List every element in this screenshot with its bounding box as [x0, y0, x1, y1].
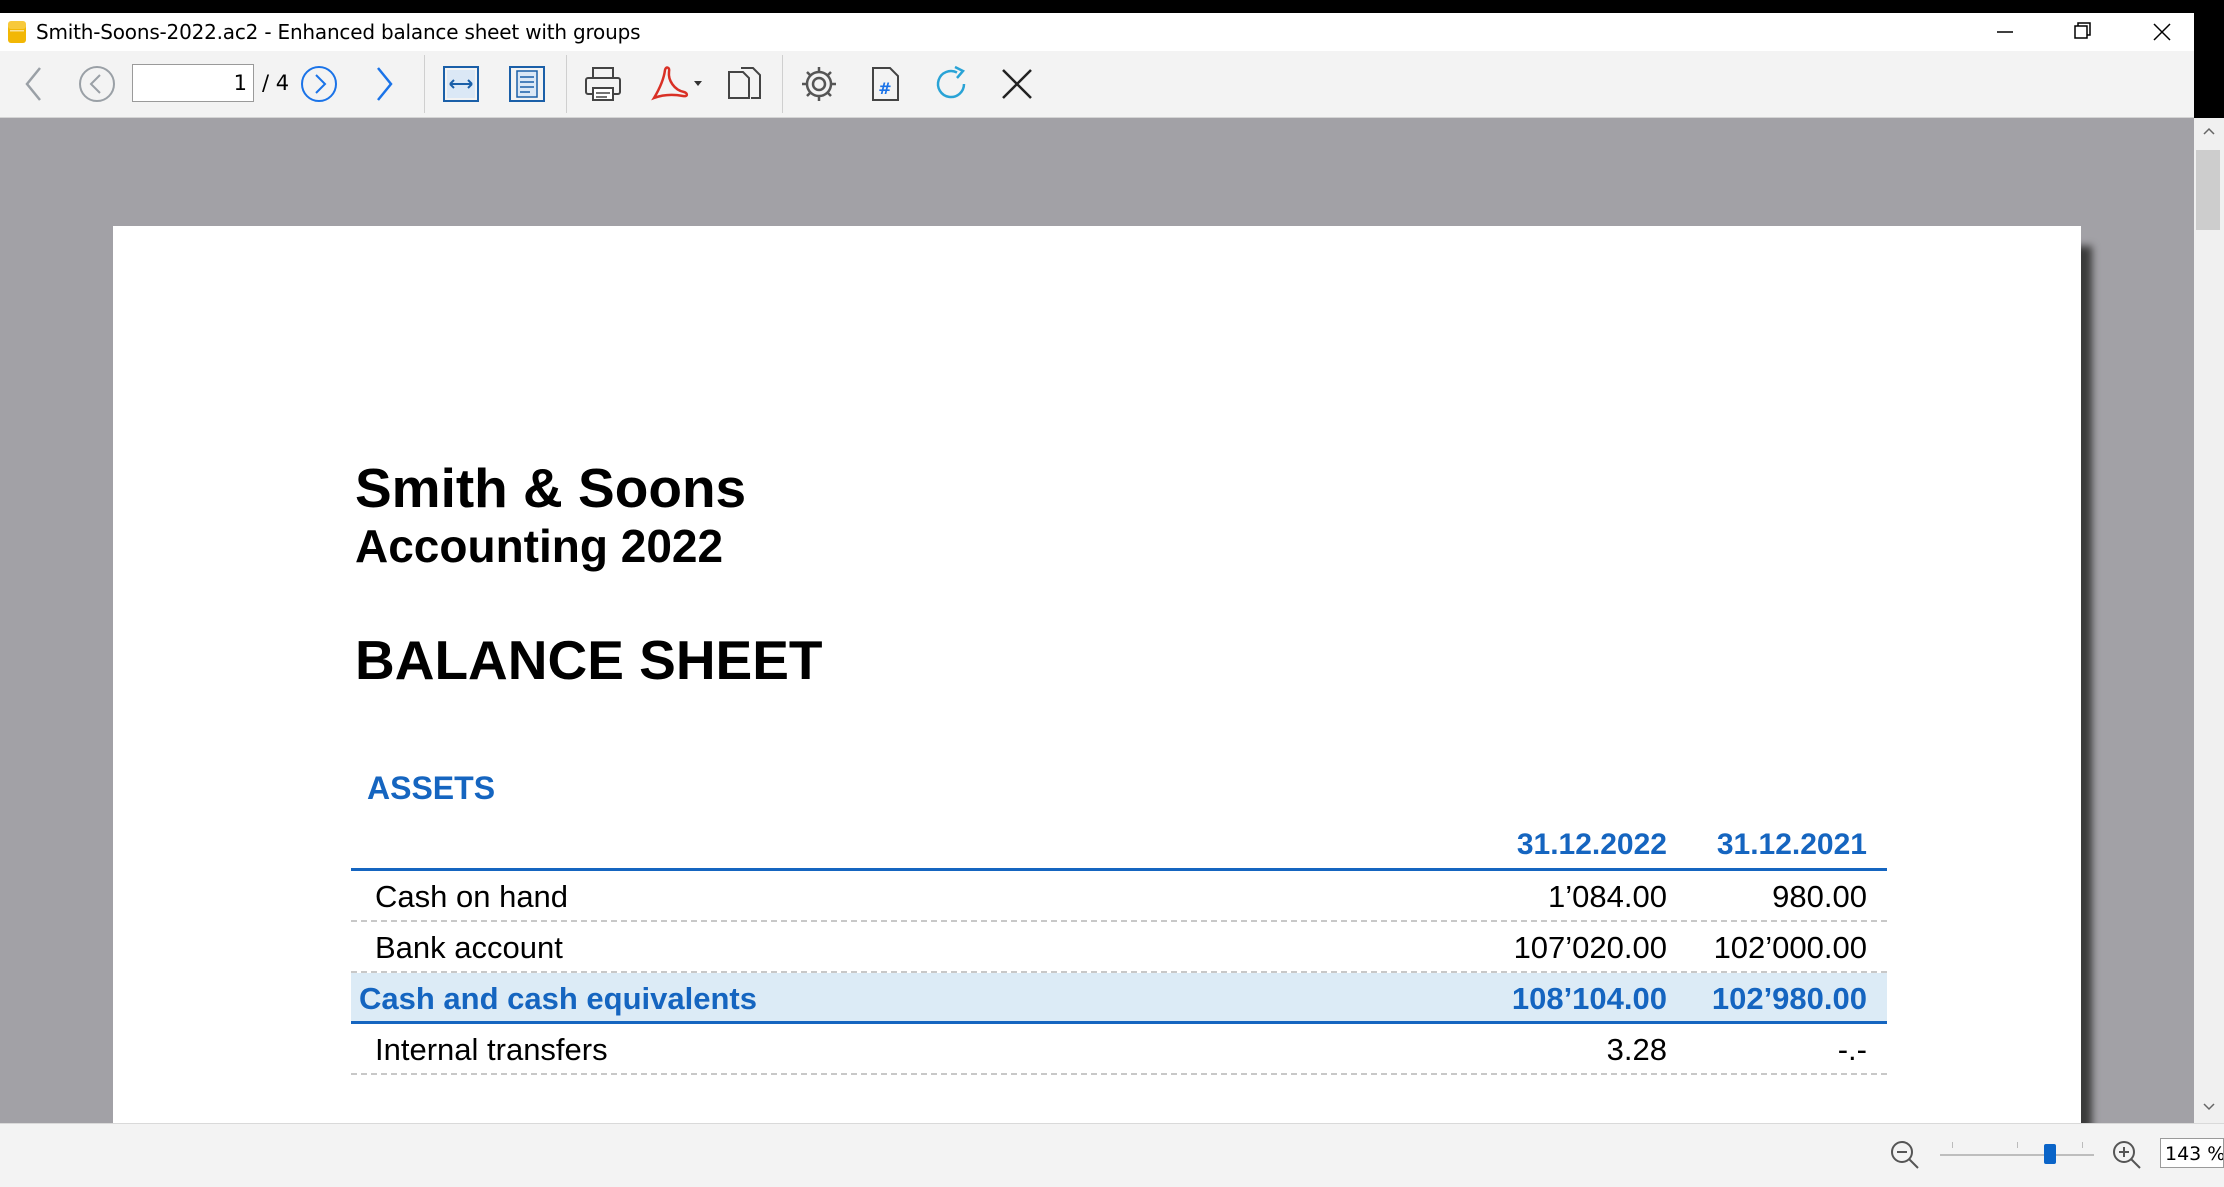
slider-tick — [1952, 1142, 1953, 1148]
slider-tick — [2017, 1142, 2018, 1148]
row-label: Cash on hand — [375, 879, 569, 914]
fit-page-icon — [509, 66, 545, 102]
row-value-previous: 102’980.00 — [1711, 981, 1867, 1016]
table-row: Bank account 107’020.00 102’000.00 — [351, 922, 1887, 973]
forward-button[interactable] — [364, 61, 404, 107]
company-name: Smith & Soons — [355, 457, 747, 519]
toolbar: 1 / 4 # — [0, 51, 2194, 118]
fit-width-icon — [443, 66, 479, 102]
zoom-slider-track — [1940, 1154, 2094, 1156]
svg-text:#: # — [878, 79, 891, 98]
fit-width-button[interactable] — [438, 61, 484, 107]
table-row: Internal transfers 3.28 -.- — [351, 1024, 1887, 1075]
table-header: 31.12.2022 31.12.2021 — [351, 826, 1887, 871]
arrow-left-icon — [25, 67, 41, 101]
printer-icon — [585, 67, 621, 101]
circle-next-icon — [301, 66, 337, 102]
page-number-input[interactable]: 1 — [132, 64, 254, 102]
row-value-current: 108’104.00 — [1511, 981, 1667, 1016]
table-row: Cash on hand 1’084.00 980.00 — [351, 871, 1887, 922]
settings-button[interactable] — [796, 61, 842, 107]
document-viewport[interactable]: Smith & Soons Accounting 2022 BALANCE SH… — [0, 118, 2194, 1123]
zoom-out-icon[interactable] — [1888, 1138, 1922, 1172]
toolbar-separator — [782, 55, 783, 113]
minimize-button[interactable] — [1972, 13, 2036, 51]
row-value-current: 3.28 — [1606, 1032, 1667, 1067]
arrow-right-icon — [377, 67, 393, 101]
row-value-previous: 102’000.00 — [1713, 930, 1867, 965]
row-label: Bank account — [375, 930, 563, 965]
zoom-slider[interactable] — [1940, 1138, 2094, 1172]
column-header: 31.12.2022 — [1516, 828, 1667, 861]
print-button[interactable] — [580, 61, 626, 107]
window-title: Smith-Soons-2022.ac2 - Enhanced balance … — [36, 20, 641, 44]
row-value-current: 1’084.00 — [1548, 879, 1667, 914]
zoom-level-input[interactable]: 143 % — [2160, 1138, 2224, 1168]
title-bar: Smith-Soons-2022.ac2 - Enhanced balance … — [0, 13, 2194, 51]
row-value-current: 107’020.00 — [1513, 930, 1667, 965]
balance-table: 31.12.2022 31.12.2021 Cash on hand 1’084… — [351, 826, 1887, 1075]
page-number-icon: # — [872, 67, 899, 101]
scrollbar-thumb[interactable] — [2196, 150, 2220, 230]
zoom-slider-thumb[interactable] — [2044, 1144, 2056, 1164]
row-label: Cash and cash equivalents — [359, 981, 757, 1016]
circle-prev-icon — [79, 66, 115, 102]
close-window-button[interactable] — [2130, 13, 2194, 51]
row-label: Internal transfers — [375, 1032, 608, 1067]
export-pdf-button[interactable] — [646, 61, 710, 107]
page-number-button[interactable]: # — [862, 61, 908, 107]
close-preview-button[interactable] — [994, 61, 1040, 107]
restore-button[interactable] — [2050, 13, 2114, 51]
column-header: 31.12.2021 — [1716, 828, 1867, 861]
fit-page-button[interactable] — [504, 61, 550, 107]
vertical-scrollbar[interactable] — [2194, 118, 2224, 1123]
row-value-previous: 980.00 — [1772, 879, 1867, 914]
refresh-button[interactable] — [928, 61, 974, 107]
back-button[interactable] — [14, 61, 54, 107]
slider-tick — [2082, 1142, 2083, 1148]
report-page: Smith & Soons Accounting 2022 BALANCE SH… — [113, 226, 2081, 1123]
app-icon — [8, 21, 26, 43]
copy-pages-icon — [728, 67, 761, 99]
page-total: / 4 — [262, 71, 290, 95]
total-row: Cash and cash equivalents 108’104.00 102… — [351, 973, 1887, 1024]
toolbar-separator — [566, 55, 567, 113]
previous-page-button[interactable] — [74, 61, 120, 107]
copy-pages-button[interactable] — [722, 61, 768, 107]
refresh-icon — [936, 65, 966, 99]
report-subtitle: Accounting 2022 — [355, 520, 724, 572]
scroll-down-icon — [2203, 1103, 2215, 1111]
gear-icon — [802, 67, 836, 101]
row-value-previous: -.- — [1837, 1032, 1867, 1067]
section-heading: ASSETS — [367, 770, 496, 806]
scroll-up-icon — [2203, 127, 2215, 135]
status-bar: 143 % — [0, 1123, 2224, 1187]
toolbar-separator — [424, 55, 425, 113]
pdf-icon — [651, 66, 702, 101]
next-page-button[interactable] — [296, 61, 342, 107]
close-icon — [1002, 69, 1032, 99]
zoom-in-icon[interactable] — [2110, 1138, 2144, 1172]
report-title: BALANCE SHEET — [355, 629, 823, 691]
